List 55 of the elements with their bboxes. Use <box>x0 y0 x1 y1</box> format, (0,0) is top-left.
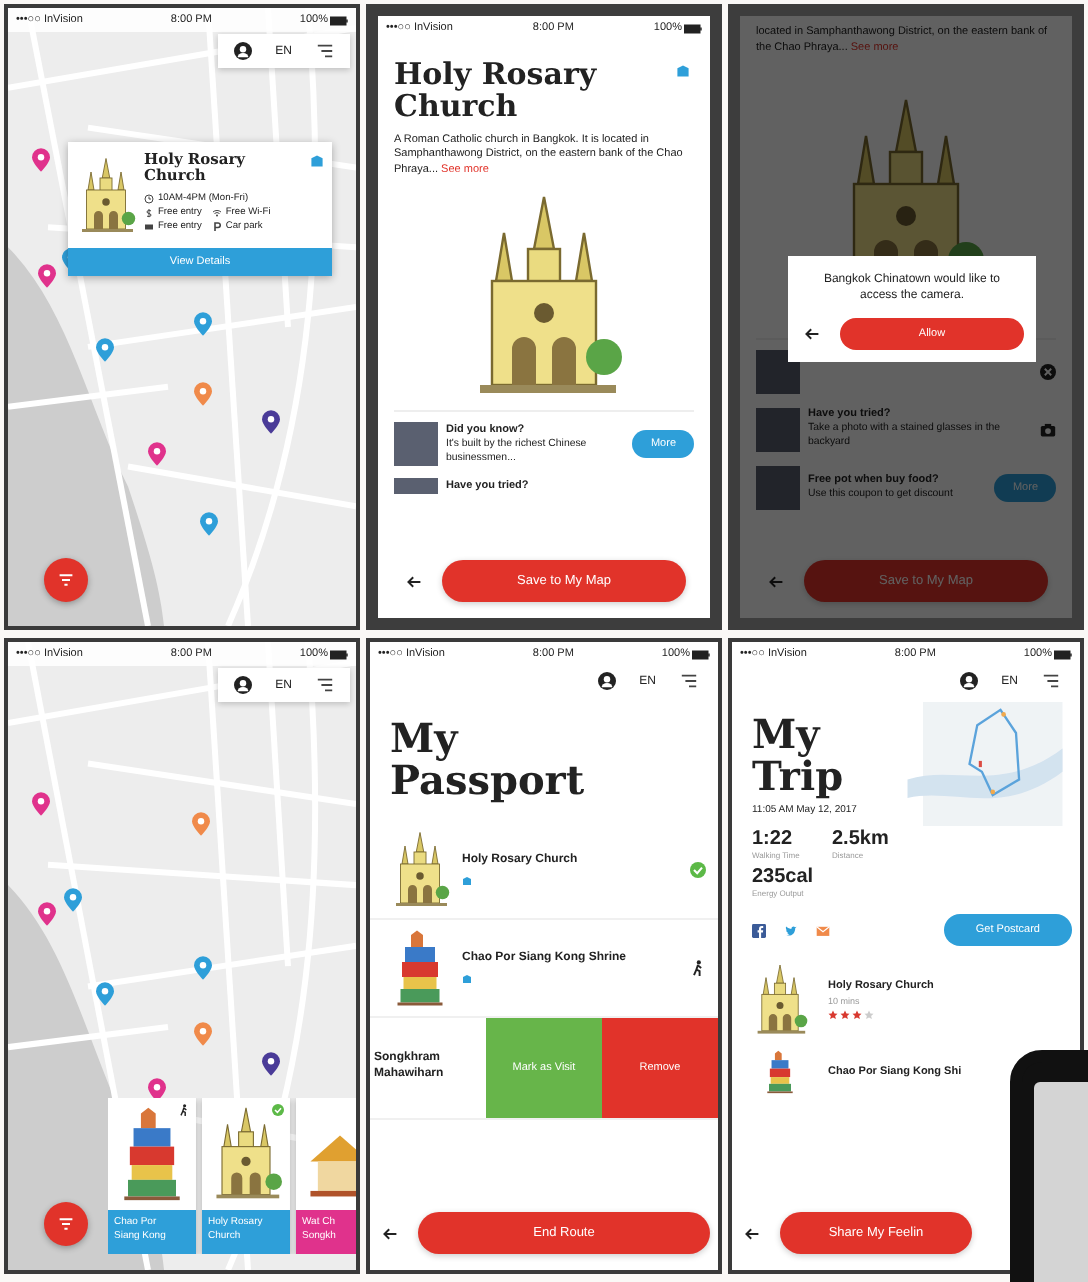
page-title: My Trip <box>750 714 846 798</box>
parking-icon <box>211 221 222 231</box>
stat-value: 2.5km <box>832 828 891 850</box>
stat-value: 235cal <box>752 866 816 888</box>
map-pin-icon[interactable] <box>262 1052 280 1076</box>
bookmark-icon <box>462 973 472 984</box>
stat-value: 1:22 <box>752 828 795 850</box>
clock-icon <box>144 193 154 203</box>
walking-person-icon[interactable] <box>690 960 706 976</box>
avatar-icon[interactable] <box>233 42 252 60</box>
battery-icon <box>691 649 710 659</box>
photo-placeholder <box>756 349 800 394</box>
photo-placeholder <box>394 478 438 495</box>
bookmark-icon[interactable] <box>310 154 324 168</box>
check-icon[interactable] <box>690 862 706 878</box>
bookmark-icon[interactable] <box>676 64 690 78</box>
place-title: Holy Rosary Church <box>394 60 599 123</box>
map-pin-icon[interactable] <box>32 148 50 172</box>
bookmark-icon <box>462 875 472 886</box>
back-arrow-icon <box>804 325 820 342</box>
avatar-icon[interactable] <box>959 672 978 690</box>
menu-icon[interactable] <box>316 42 334 60</box>
avatar-icon[interactable] <box>233 676 252 694</box>
map-pin-icon[interactable] <box>38 902 56 926</box>
photo-placeholder <box>394 422 438 467</box>
wifi-icon <box>211 207 222 217</box>
map-pin-icon[interactable] <box>148 442 166 466</box>
facebook-icon[interactable] <box>752 923 766 937</box>
church-drawing <box>752 962 808 1038</box>
menu-icon[interactable] <box>680 672 698 690</box>
photo-placeholder <box>756 407 800 452</box>
map-pin-icon[interactable] <box>262 410 280 434</box>
church-drawing <box>390 830 450 910</box>
battery-icon <box>683 23 702 33</box>
back-arrow-icon <box>406 573 422 589</box>
back-arrow-icon <box>768 573 784 589</box>
battery-icon <box>329 15 348 25</box>
map-pin-icon[interactable] <box>38 264 56 288</box>
back-arrow-icon <box>744 1225 760 1241</box>
map-pin-icon[interactable] <box>32 792 50 816</box>
battery-icon <box>329 649 348 659</box>
filter-icon <box>58 1216 74 1232</box>
filter-icon <box>58 572 74 588</box>
battery-icon <box>1053 649 1072 659</box>
photo-placeholder <box>756 465 800 510</box>
menu-icon[interactable] <box>316 676 334 694</box>
twitter-icon[interactable] <box>784 923 798 937</box>
menu-icon[interactable] <box>1042 672 1060 690</box>
email-icon[interactable] <box>816 923 830 937</box>
back-arrow-icon <box>382 1225 398 1241</box>
avatar-icon[interactable] <box>597 672 616 690</box>
page-title: My Passport <box>388 718 587 802</box>
dollar-icon <box>144 207 154 217</box>
camera-icon[interactable] <box>1040 421 1056 438</box>
close-icon[interactable] <box>1040 363 1056 380</box>
